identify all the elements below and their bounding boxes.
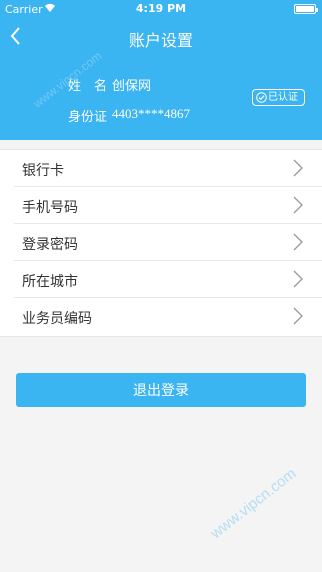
chevron-right-icon [293,270,303,288]
header: Carrier 4:19 PM 账户设置 www.vipcn.com 姓 名 创… [0,0,322,140]
list-item-label: 业务员编码 [22,311,92,327]
list-item-label: 所在城市 [22,274,78,290]
status-bar: Carrier 4:19 PM [0,0,322,18]
settings-list: 银行卡 手机号码 登录密码 所在城市 业务员编码 [0,149,322,337]
chevron-right-icon [293,159,303,177]
list-item-label: 手机号码 [22,200,78,216]
list-item-label: 登录密码 [22,237,78,253]
watermark-text: www.vipcn.com [207,465,300,543]
logout-button[interactable]: 退出登录 [16,373,306,407]
chevron-right-icon [293,307,303,325]
battery-icon [294,4,318,14]
list-item-phone[interactable]: 手机号码 [0,187,322,224]
verified-label: 已认证 [268,92,298,103]
chevron-right-icon [293,196,303,214]
list-item-password[interactable]: 登录密码 [0,224,322,261]
page-title: 账户设置 [128,31,193,50]
name-value: 创保网 [112,79,152,94]
list-item-bank-card[interactable]: 银行卡 [0,150,322,187]
id-label: 身份证 [68,110,108,125]
list-item-label: 银行卡 [22,163,64,179]
verified-badge: 已认证 [252,89,305,106]
chevron-right-icon [293,233,303,251]
check-circle-icon [256,92,267,103]
list-item-city[interactable]: 所在城市 [0,261,322,298]
id-value: 4403****4867 [112,106,190,121]
status-time: 4:19 PM [135,2,187,15]
list-item-agent-code[interactable]: 业务员编码 [0,298,322,335]
name-label: 姓 名 [68,79,108,94]
